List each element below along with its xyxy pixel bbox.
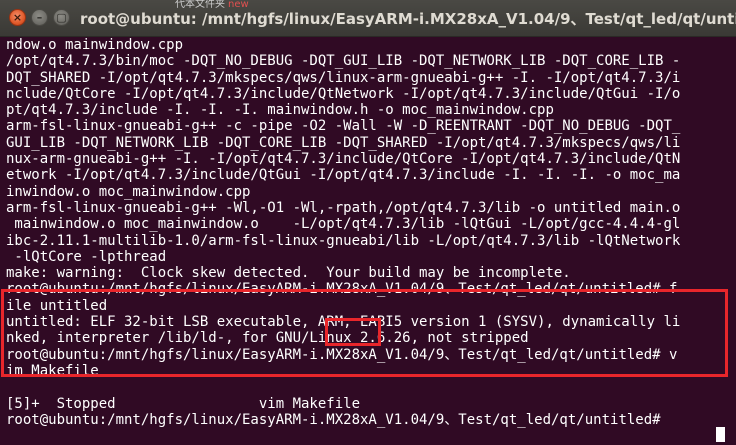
terminal-line: DQT_SHARED -I/opt/qt4.7.3/mkspecs/qws/li…	[6, 69, 681, 86]
terminal-line: make: warning: Clock skew detected. Your…	[6, 265, 571, 282]
terminal-line: im Makefile	[6, 362, 99, 379]
terminal-line: root@ubuntu:/mnt/hgfs/linux/EasyARM-i.MX…	[6, 346, 678, 363]
terminal-line: /opt/qt4.7.3/bin/moc -DQT_NO_DEBUG -DQT_…	[6, 53, 681, 70]
terminal-line: root@ubuntu:/mnt/hgfs/linux/EasyARM-i.MX…	[6, 411, 670, 428]
terminal-line: [5]+ Stopped vim Makefile	[6, 395, 361, 412]
terminal-line: etwork -I/opt/qt4.7.3/include/QtGui -I/o…	[6, 167, 681, 184]
maximize-icon: ▢	[56, 11, 67, 24]
terminal-line: pt/qt4.7.3/include -I. -I. -I. mainwindo…	[6, 102, 554, 119]
terminal-line: inwindow.o moc_mainwindow.cpp	[6, 183, 251, 200]
background-window-strip: 代本文件夹 new	[175, 0, 249, 9]
terminal-line: arm-fsl-linux-gnueabi-g++ -c -pipe -O2 -…	[6, 118, 681, 135]
window-title: root@ubuntu: /mnt/hgfs/linux/EasyARM-i.M…	[80, 10, 736, 28]
minimize-icon: –	[36, 11, 43, 24]
background-window-text: 代本文件夹	[175, 0, 225, 9]
terminal-line: mainwindow.o moc_mainwindow.o -L/opt/qt4…	[6, 216, 681, 233]
close-icon: ×	[12, 11, 23, 24]
terminal-line: untitled: ELF 32-bit LSB executable, ARM…	[6, 314, 681, 331]
background-window-new-label: new	[228, 0, 249, 9]
terminal-line: nked, interpreter /lib/ld-, for GNU/Linu…	[6, 330, 529, 347]
terminal-line: ndow.o mainwindow.cpp	[6, 37, 184, 53]
close-button[interactable]: ×	[9, 9, 26, 26]
terminal-line: arm-fsl-linux-gnueabi-g++ -Wl,-O1 -Wl,-r…	[6, 199, 681, 216]
terminal-window: 代本文件夹 new × – ▢ root@ubuntu: /mnt/hgfs/li…	[0, 0, 736, 445]
terminal-output[interactable]: ndow.o mainwindow.cpp/opt/qt4.7.3/bin/mo…	[6, 37, 736, 445]
minimize-button[interactable]: –	[31, 9, 48, 26]
title-bar[interactable]: 代本文件夹 new × – ▢ root@ubuntu: /mnt/hgfs/li…	[0, 0, 736, 37]
terminal-line: GUI_LIB -DQT_NETWORK_LIB -DQT_CORE_LIB -…	[6, 134, 681, 151]
terminal-line: ibc-2.11.1-multilib-1.0/arm-fsl-linux-gn…	[6, 232, 681, 249]
terminal-line: nux-arm-gnueabi-g++ -I. -I/opt/qt4.7.3/i…	[6, 151, 681, 168]
terminal-line: nclude/QtCore -I/opt/qt4.7.3/include/QtN…	[6, 85, 681, 102]
terminal-line: -lQtCore -lpthread	[6, 248, 167, 265]
maximize-button[interactable]: ▢	[53, 9, 70, 26]
terminal-cursor	[716, 427, 725, 442]
terminal-line: ile untitled	[6, 297, 108, 314]
terminal-line: root@ubuntu:/mnt/hgfs/linux/EasyARM-i.MX…	[6, 281, 678, 298]
